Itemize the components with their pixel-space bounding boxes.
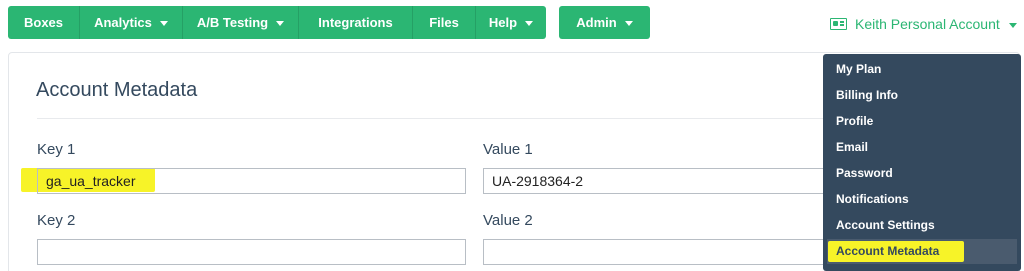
menu-item-account-settings[interactable]: Account Settings — [836, 218, 935, 232]
menu-item-billing-info[interactable]: Billing Info — [836, 88, 898, 102]
key-1-label: Key 1 — [37, 141, 76, 158]
value-2-label: Value 2 — [483, 212, 533, 229]
menu-item-password[interactable]: Password — [836, 166, 893, 180]
nav-integrations-button[interactable]: Integrations — [299, 6, 413, 39]
caret-down-icon — [276, 21, 285, 26]
menu-item-notifications[interactable]: Notifications — [836, 192, 909, 206]
nav-admin-label: Admin — [576, 15, 617, 30]
nav-boxes-label: Boxes — [23, 15, 64, 30]
account-menu-toggle[interactable]: Keith Personal Account — [830, 14, 1017, 34]
key-2-label: Key 2 — [37, 212, 76, 229]
menu-item-email[interactable]: Email — [836, 140, 868, 154]
main-nav: Boxes Analytics A/B Testing Integrations… — [8, 6, 546, 39]
account-name: Keith Personal Account — [855, 16, 1000, 32]
menu-item-account-metadata[interactable]: Account Metadata — [836, 244, 939, 258]
caret-down-icon — [1008, 22, 1017, 28]
nav-analytics-button[interactable]: Analytics — [80, 6, 183, 39]
caret-down-icon — [624, 21, 633, 26]
nav-help-button[interactable]: Help — [476, 6, 546, 39]
nav-ab-testing-label: A/B Testing — [196, 15, 269, 30]
nav-integrations-label: Integrations — [318, 15, 393, 30]
nav-files-button[interactable]: Files — [413, 6, 476, 39]
caret-down-icon — [159, 21, 168, 26]
value-1-input[interactable] — [483, 168, 833, 194]
caret-down-icon — [525, 21, 534, 26]
admin-nav: Admin — [559, 6, 650, 39]
id-card-icon — [830, 18, 847, 30]
nav-files-label: Files — [429, 15, 459, 30]
menu-item-profile[interactable]: Profile — [836, 114, 873, 128]
nav-admin-button[interactable]: Admin — [559, 6, 650, 39]
value-1-label: Value 1 — [483, 141, 533, 158]
page-title: Account Metadata — [36, 79, 198, 101]
nav-analytics-label: Analytics — [94, 15, 152, 30]
menu-item-my-plan[interactable]: My Plan — [836, 62, 881, 76]
title-divider — [37, 118, 827, 119]
nav-help-label: Help — [488, 15, 518, 30]
nav-boxes-button[interactable]: Boxes — [8, 6, 80, 39]
value-2-input[interactable] — [483, 239, 833, 265]
key-1-input[interactable] — [37, 168, 466, 194]
nav-ab-testing-button[interactable]: A/B Testing — [183, 6, 299, 39]
key-2-input[interactable] — [37, 239, 466, 265]
